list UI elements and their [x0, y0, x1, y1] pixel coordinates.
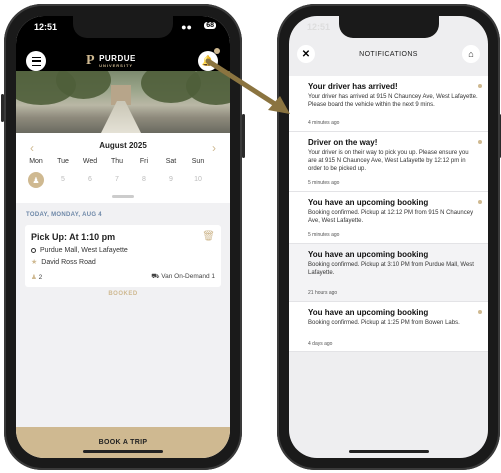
- purdue-p-icon: P: [86, 53, 96, 68]
- date-label: TODAY, MONDAY, AUG 4: [26, 212, 102, 218]
- unread-dot: [478, 310, 482, 314]
- unread-dot: [478, 200, 482, 204]
- notification-item[interactable]: You have an upcoming booking Booking con…: [289, 192, 488, 244]
- drag-handle[interactable]: [112, 195, 134, 198]
- unread-dot: [478, 84, 482, 88]
- status-time: 12:51: [307, 22, 331, 32]
- day-10[interactable]: 10: [187, 176, 209, 183]
- notification-item[interactable]: Your driver has arrived! Your driver has…: [289, 76, 488, 132]
- dow-sat: Sat: [165, 158, 177, 165]
- chevron-right-icon[interactable]: ›: [212, 141, 216, 155]
- status-badge: BOOKED: [108, 291, 138, 297]
- notification-heading: Driver on the way!: [308, 138, 378, 147]
- brand-sub: UNIVERSITY: [99, 63, 134, 68]
- notification-body: Booking confirmed. Pickup at 3:10 PM fro…: [308, 262, 474, 276]
- home-icon: ⌂: [468, 49, 474, 59]
- status-time: 12:51: [34, 22, 58, 32]
- selected-day-person-icon[interactable]: ♟: [28, 172, 44, 188]
- book-trip-button[interactable]: BOOK A TRIP: [16, 427, 230, 458]
- notifications-button[interactable]: 🔔: [198, 51, 218, 71]
- notification-item[interactable]: Driver on the way! Your driver is on the…: [289, 132, 488, 192]
- person-icon: ♟: [31, 274, 37, 281]
- trip-card[interactable]: Pick Up: At 1:10 pm 🗑 Purdue Mall, West …: [25, 225, 221, 287]
- notification-body: Booking confirmed. Pickup at 12:12 PM fr…: [308, 210, 474, 224]
- notification-body: Your driver has arrived at 915 N Chaunce…: [308, 94, 478, 108]
- notification-body: Your driver is on their way to pick you …: [308, 150, 469, 172]
- campus-photo: [16, 71, 230, 133]
- power-button: [242, 114, 245, 158]
- notification-body: Booking confirmed. Pickup at 1:25 PM fro…: [308, 320, 460, 326]
- day-7[interactable]: 7: [106, 176, 128, 183]
- notifications-header: ✕ NOTIFICATIONS ⌂: [289, 38, 488, 76]
- dow-wed: Wed: [82, 158, 98, 165]
- origin-dot-icon: [31, 248, 36, 253]
- dow-sun: Sun: [191, 158, 205, 165]
- destination-text: David Ross Road: [41, 258, 96, 266]
- notification-heading: You have an upcoming booking: [308, 198, 429, 207]
- brand-name: PURDUE: [99, 54, 136, 63]
- home-indicator: [348, 450, 429, 453]
- van-icon: ⛟: [151, 273, 160, 280]
- dow-fri: Fri: [139, 158, 149, 165]
- calendar-month: August 2025: [99, 141, 147, 150]
- pin-icon: ★: [31, 259, 38, 266]
- dow-tue: Tue: [57, 158, 69, 165]
- passenger-count: ♟ 2: [31, 273, 42, 281]
- notification-heading: Your driver has arrived!: [308, 82, 398, 91]
- passenger-count-value: 2: [38, 274, 43, 281]
- unread-dot: [478, 140, 482, 144]
- home-button[interactable]: ⌂: [462, 45, 480, 63]
- notification-item[interactable]: You have an upcoming booking Booking con…: [289, 244, 488, 302]
- app-screen: 12:51 68 ●● P PURDUE UNIVERSITY 🔔 ‹ Augu…: [16, 16, 230, 458]
- trips-list: TODAY, MONDAY, AUG 4 Pick Up: At 1:10 pm…: [16, 203, 230, 433]
- notch: [338, 16, 439, 38]
- day-6[interactable]: 6: [79, 176, 101, 183]
- wifi-icon: ●●: [181, 22, 192, 32]
- page-title: NOTIFICATIONS: [359, 51, 418, 58]
- trip-title: Pick Up: At 1:10 pm: [31, 232, 116, 242]
- notification-time: 21 hours ago: [308, 290, 338, 296]
- notification-time: 4 days ago: [308, 341, 333, 347]
- day-5[interactable]: 5: [52, 176, 74, 183]
- dow-thu: Thu: [110, 158, 124, 165]
- notification-time: 5 minutes ago: [308, 180, 340, 186]
- notification-time: 5 minutes ago: [308, 232, 340, 238]
- volume-button: [1, 94, 4, 122]
- notch: [73, 16, 173, 38]
- destination-row: ★ David Ross Road: [31, 258, 96, 267]
- purdue-logo: P PURDUE UNIVERSITY: [86, 53, 136, 69]
- day-9[interactable]: 9: [160, 176, 182, 183]
- service-name-value: Van On-Demand 1: [161, 273, 215, 280]
- bell-icon: 🔔: [201, 55, 215, 67]
- origin-row: Purdue Mall, West Lafayette: [31, 247, 128, 254]
- notification-heading: You have an upcoming booking: [308, 308, 429, 317]
- phone-home-screen: 12:51 68 ●● P PURDUE UNIVERSITY 🔔 ‹ Augu…: [1, 4, 245, 470]
- hamburger-icon: [31, 56, 41, 66]
- phone-notifications-screen: 12:51 ✕ NOTIFICATIONS ⌂ Your driver has …: [277, 4, 501, 470]
- service-name: ⛟ Van On-Demand 1: [151, 272, 215, 281]
- menu-button[interactable]: [26, 51, 46, 71]
- notifications-screen: 12:51 ✕ NOTIFICATIONS ⌂ Your driver has …: [289, 16, 488, 458]
- notification-badge: [214, 48, 220, 54]
- calendar-strip: ‹ August 2025 › Mon Tue Wed Thu Fri Sat …: [16, 133, 230, 203]
- day-8[interactable]: 8: [133, 176, 155, 183]
- trash-icon[interactable]: 🗑: [202, 231, 215, 242]
- notification-heading: You have an upcoming booking: [308, 250, 429, 259]
- dow-mon: Mon: [29, 158, 43, 165]
- battery-indicator: 68: [204, 22, 216, 29]
- origin-text: Purdue Mall, West Lafayette: [40, 247, 128, 254]
- notification-item[interactable]: You have an upcoming booking Booking con…: [289, 302, 488, 352]
- notification-time: 4 minutes ago: [308, 120, 340, 126]
- home-indicator: [83, 450, 163, 453]
